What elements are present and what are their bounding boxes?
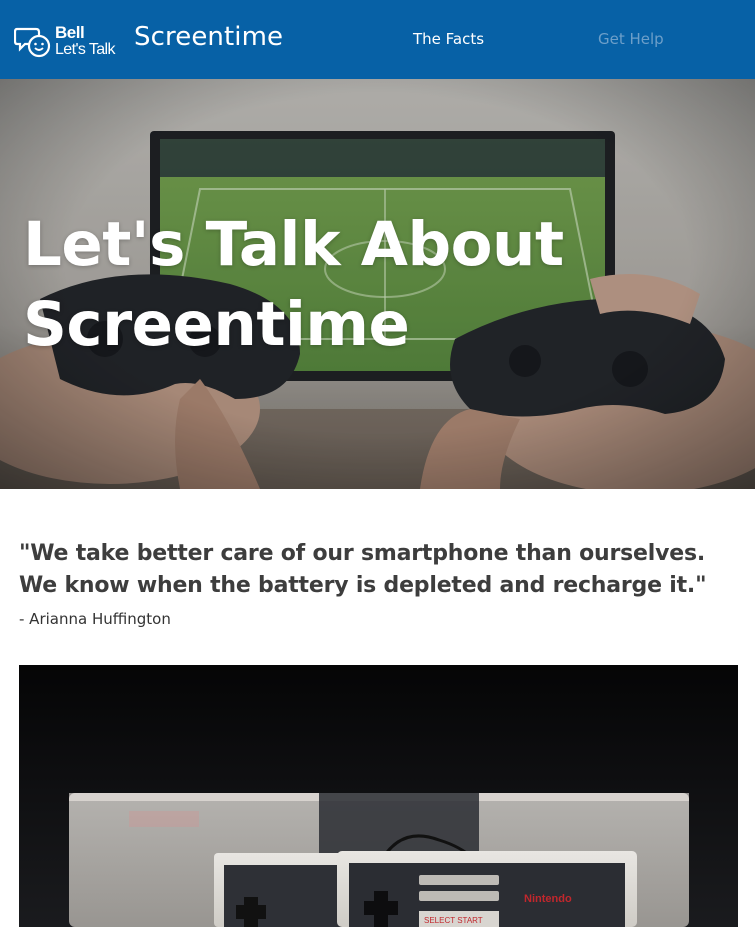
hero-title: Let's Talk About Screentime: [23, 209, 564, 360]
top-navbar: Bell Let's Talk Screentime The Facts Get…: [0, 0, 755, 79]
hero-banner: Let's Talk About Screentime: [0, 79, 755, 489]
select-start-label: SELECT START: [424, 916, 483, 925]
logo-wordmark: Bell Let's Talk: [55, 23, 116, 58]
nes-console-illustration: SELECT START Nintendo: [19, 665, 738, 927]
logo-line1: Bell: [55, 23, 85, 42]
bell-lets-talk-logo[interactable]: Bell Let's Talk: [14, 24, 120, 60]
logo-line2: Let's Talk: [55, 41, 116, 58]
nav-link-the-facts[interactable]: The Facts: [413, 30, 484, 48]
quote-text: "We take better care of our smartphone t…: [19, 541, 707, 598]
nintendo-label: Nintendo: [524, 893, 572, 905]
nes-console-photo: SELECT START Nintendo: [19, 665, 738, 927]
site-title-link[interactable]: Screentime: [134, 22, 283, 52]
nav-link-get-help[interactable]: Get Help: [598, 30, 664, 48]
speech-bubbles-icon: [14, 27, 51, 58]
quote-attribution: - Arianna Huffington: [19, 610, 171, 628]
